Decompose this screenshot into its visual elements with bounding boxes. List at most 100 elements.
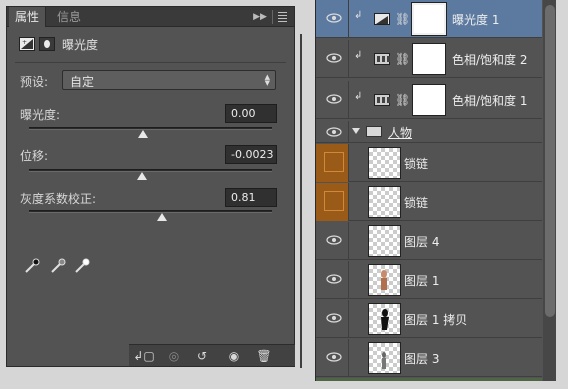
visibility-cell[interactable]	[316, 40, 349, 78]
folder-icon	[366, 126, 382, 137]
layer-row-layer-1-copy[interactable]: 图层 1 拷贝	[316, 300, 542, 338]
preset-value: 自定	[70, 75, 95, 89]
visibility-cell-hidden[interactable]	[316, 183, 349, 221]
layer-name[interactable]: 图层 1	[404, 272, 439, 289]
gamma-correction-input[interactable]: 0.81	[225, 188, 277, 207]
offset-label: 位移:	[20, 149, 49, 163]
figure-thumbnail-icon	[381, 309, 389, 330]
layer-row-hue-saturation-2[interactable]: ↲ ⛓ 色相/饱和度 2	[316, 40, 542, 78]
exposure-adjustment-icon[interactable]: +	[19, 37, 35, 51]
white-point-eyedropper-icon[interactable]	[73, 257, 91, 275]
layer-row-layer-4[interactable]: 图层 4	[316, 222, 542, 260]
eye-icon[interactable]	[326, 126, 342, 138]
black-point-eyedropper-icon[interactable]	[23, 257, 41, 275]
layer-mask-thumbnail[interactable]	[412, 84, 446, 116]
layer-name[interactable]: 图层 4	[404, 233, 439, 250]
layer-thumbnail[interactable]	[368, 147, 401, 179]
layer-name[interactable]: 曝光度 1	[452, 11, 499, 28]
clip-to-layer-icon[interactable]: ↲▢	[133, 347, 155, 365]
layer-mask-thumbnail[interactable]	[411, 2, 447, 36]
layer-thumbnail[interactable]	[368, 186, 401, 218]
properties-tab-bar: 属性 信息 ▶▶	[7, 7, 294, 27]
hue-saturation-adjustment-icon	[374, 94, 390, 106]
visibility-cell[interactable]	[316, 81, 349, 119]
eye-icon[interactable]	[326, 234, 342, 246]
layer-thumbnail[interactable]	[368, 264, 401, 296]
group-name[interactable]: 人物	[388, 124, 412, 141]
eye-icon[interactable]	[326, 273, 342, 285]
link-icon[interactable]: ⛓	[395, 93, 410, 107]
offset-slider-track[interactable]	[29, 169, 272, 172]
figure-thumbnail-icon	[381, 270, 387, 290]
trash-icon[interactable]: 🗑	[253, 347, 275, 365]
layer-thumbnail[interactable]	[368, 225, 401, 257]
visibility-cell[interactable]	[316, 300, 349, 338]
link-icon[interactable]: ⛓	[395, 52, 410, 66]
eye-icon[interactable]	[326, 351, 342, 363]
visibility-cell[interactable]	[316, 121, 349, 143]
layers-panel: ↲ ⛓ 曝光度 1 ↲ ⛓ 色相/饱和度 2 ↲ ⛓ 色相/饱和度 1 人物 锁…	[315, 0, 556, 381]
preset-label: 预设:	[20, 75, 49, 89]
svg-text:+: +	[22, 39, 27, 46]
preset-dropdown[interactable]: 自定 ▲ ▼	[62, 70, 276, 90]
layer-name[interactable]: 色相/饱和度 1	[452, 92, 528, 109]
offset-input[interactable]: -0.0023	[225, 145, 277, 164]
layer-thumbnail[interactable]	[368, 342, 401, 374]
hue-saturation-adjustment-icon	[374, 53, 390, 65]
reset-icon[interactable]: ↺	[191, 347, 213, 365]
hidden-visibility-box-icon[interactable]	[324, 191, 344, 211]
collapse-panel-icon[interactable]: ▶▶	[252, 9, 268, 25]
layer-name[interactable]: 色相/饱和度 2	[452, 51, 528, 68]
gamma-slider-track[interactable]	[29, 210, 272, 213]
eye-icon[interactable]	[326, 312, 342, 324]
eye-icon[interactable]	[326, 12, 342, 24]
gamma-slider-thumb[interactable]	[157, 213, 167, 221]
view-previous-state-icon[interactable]: ◎	[163, 347, 185, 365]
layer-row-chain-1[interactable]: 锁链	[316, 144, 542, 182]
expand-caret-icon[interactable]	[352, 128, 360, 134]
visibility-cell[interactable]	[316, 0, 349, 38]
layer-row-chain-2[interactable]: 锁链	[316, 183, 542, 221]
offset-slider-thumb[interactable]	[137, 172, 147, 180]
gray-point-eyedropper-icon[interactable]	[49, 257, 67, 275]
layer-row-hue-saturation-1[interactable]: ↲ ⛓ 色相/饱和度 1	[316, 81, 542, 119]
visibility-cell[interactable]	[316, 339, 349, 377]
layers-scrollbar-thumb[interactable]	[545, 5, 555, 317]
exposure-slider-thumb[interactable]	[138, 130, 148, 138]
layer-mask-icon[interactable]	[39, 37, 55, 51]
clipping-arrow-icon: ↲	[354, 50, 363, 61]
adjustment-title: 曝光度	[62, 38, 99, 52]
hidden-visibility-box-icon[interactable]	[324, 152, 344, 172]
divider	[15, 62, 286, 63]
visibility-cell-hidden[interactable]	[316, 144, 349, 182]
tab-properties[interactable]: 属性	[9, 7, 47, 27]
properties-footer: ↲▢ ◎ ↺ ◉ 🗑	[129, 344, 295, 366]
link-icon[interactable]: ⛓	[395, 12, 410, 26]
layer-group-row[interactable]: 人物	[316, 121, 542, 143]
clipping-arrow-icon: ↲	[354, 10, 363, 21]
layer-row-layer-3[interactable]: 图层 3	[316, 339, 542, 377]
visibility-eye-icon[interactable]: ◉	[223, 347, 245, 365]
exposure-slider-track[interactable]	[29, 127, 272, 130]
dropdown-arrow-icon: ▲ ▼	[264, 73, 270, 87]
layer-name[interactable]: 锁链	[404, 194, 428, 211]
layer-row-layer-1[interactable]: 图层 1	[316, 261, 542, 299]
layer-name[interactable]: 图层 1 拷贝	[404, 311, 467, 328]
properties-panel: 属性 信息 ▶▶ + 曝光度 预设: 自定 ▲ ▼ 曝光度: 0.00 位移: -…	[6, 6, 302, 368]
visibility-cell[interactable]	[316, 222, 349, 260]
layer-name[interactable]: 图层 3	[404, 350, 439, 367]
figure-thumbnail-icon	[382, 352, 386, 369]
layer-name[interactable]: 锁链	[404, 155, 428, 172]
layer-thumbnail[interactable]	[368, 303, 401, 335]
eye-icon[interactable]	[326, 52, 342, 64]
properties-scrollbar[interactable]	[300, 34, 302, 368]
exposure-label: 曝光度:	[20, 108, 61, 122]
eye-icon[interactable]	[326, 93, 342, 105]
tab-info[interactable]: 信息	[51, 7, 87, 27]
panel-menu-icon[interactable]	[272, 10, 288, 24]
layer-mask-thumbnail[interactable]	[412, 43, 446, 75]
gamma-correction-label: 灰度系数校正:	[20, 192, 97, 206]
layer-row-exposure-1[interactable]: ↲ ⛓ 曝光度 1	[316, 0, 542, 38]
exposure-input[interactable]: 0.00	[225, 104, 277, 123]
visibility-cell[interactable]	[316, 261, 349, 299]
